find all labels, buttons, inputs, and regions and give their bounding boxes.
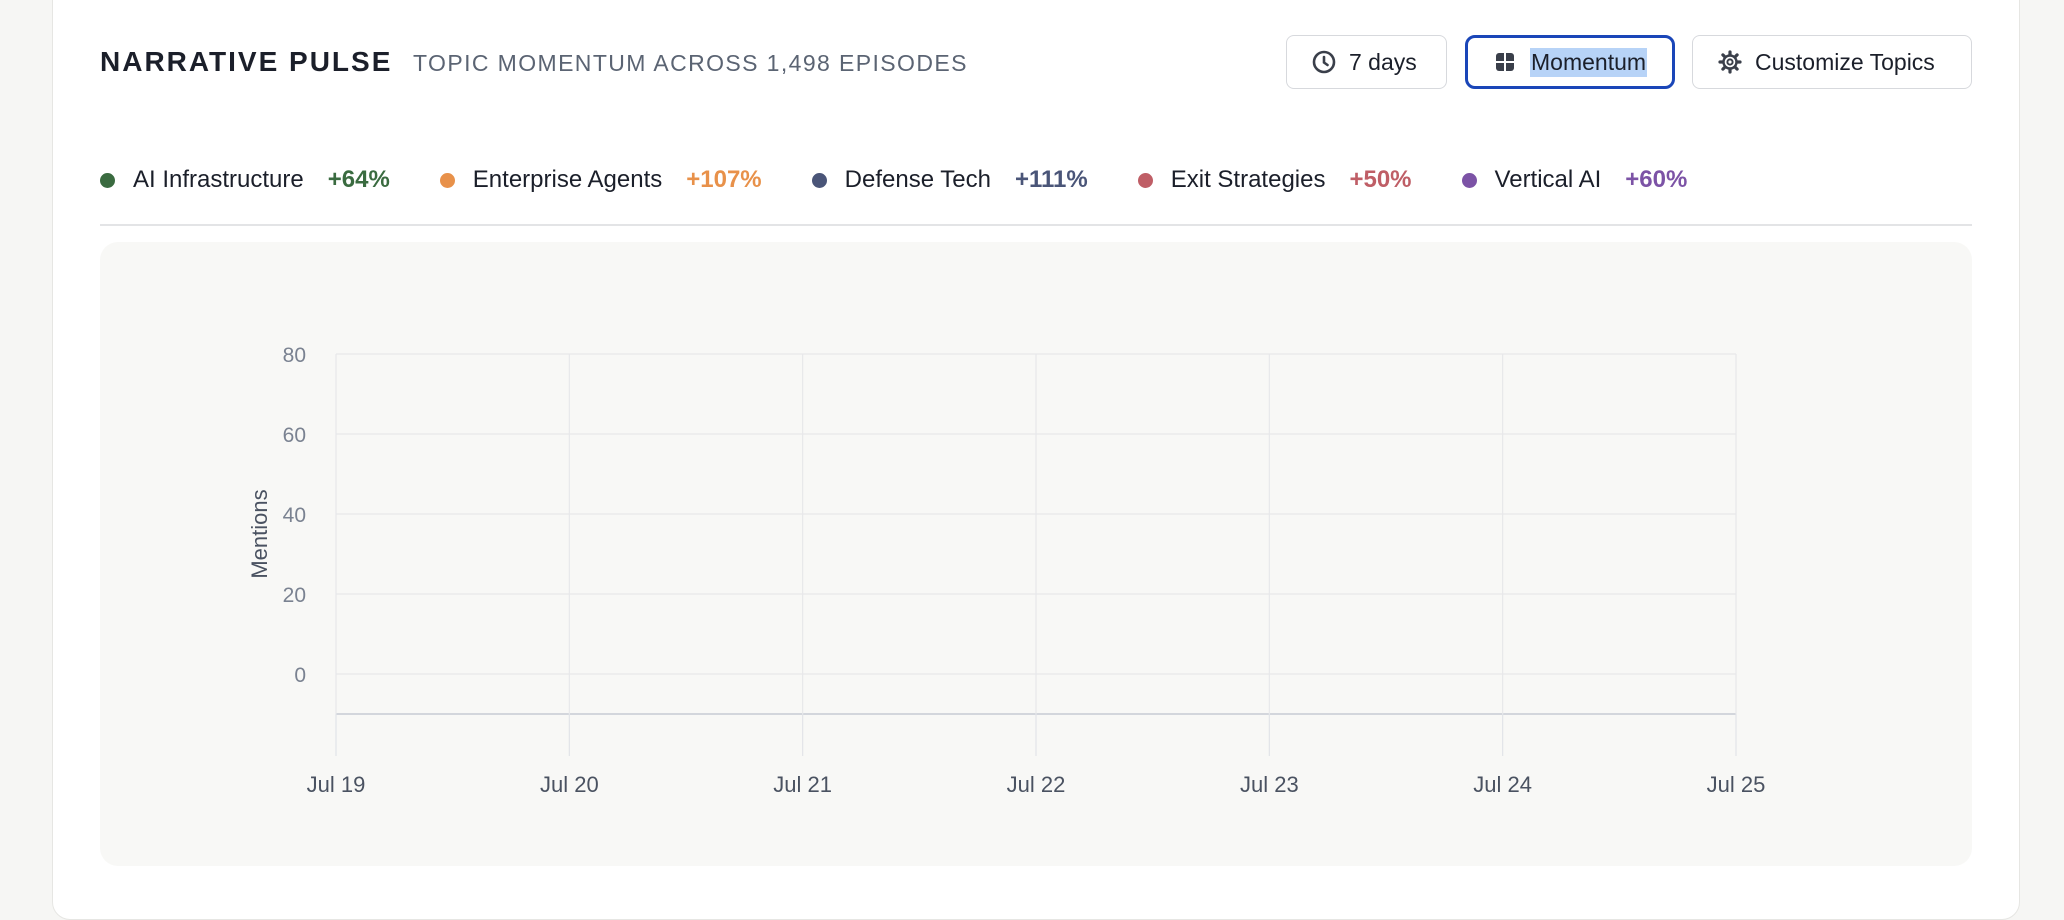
- customize-topics-button[interactable]: Customize Topics: [1692, 35, 1972, 89]
- y-tick-label: 40: [283, 504, 306, 527]
- legend-item-ai-infrastructure[interactable]: AI Infrastructure +64%: [100, 162, 390, 198]
- legend-label: Enterprise Agents: [472, 166, 663, 193]
- legend-change: +111%: [1014, 166, 1088, 193]
- momentum-view-label: Momentum: [1530, 47, 1648, 77]
- x-tick-label: Jul 24: [1473, 772, 1532, 797]
- legend-label: Defense Tech: [844, 166, 991, 193]
- legend-change: +64%: [327, 166, 390, 193]
- legend-label: Exit Strategies: [1170, 166, 1326, 193]
- grid-icon: [1492, 49, 1518, 75]
- x-tick-label: Jul 20: [540, 772, 599, 797]
- legend-change: +50%: [1349, 166, 1412, 193]
- y-axis-title: Mentions: [247, 489, 272, 578]
- y-tick-label: 60: [283, 424, 306, 447]
- x-tick-label: Jul 22: [1007, 772, 1066, 797]
- clock-icon: [1311, 49, 1337, 75]
- legend-dot: [1461, 172, 1477, 188]
- y-tick-label: 20: [283, 584, 306, 607]
- x-tick-label: Jul 19: [307, 772, 366, 797]
- topic-legend: AI Infrastructure +64% Enterprise Agents…: [100, 162, 1737, 198]
- time-range-button[interactable]: 7 days: [1286, 35, 1447, 89]
- legend-item-vertical-ai[interactable]: Vertical AI +60%: [1461, 162, 1688, 198]
- legend-change: +107%: [686, 166, 762, 193]
- page-subtitle: TOPIC MOMENTUM ACROSS 1,498 EPISODES: [413, 50, 968, 76]
- y-tick-label: 80: [283, 344, 306, 367]
- time-range-label: 7 days: [1349, 48, 1417, 75]
- legend-dot: [100, 172, 115, 188]
- page-title: NARRATIVE PULSE: [100, 46, 393, 77]
- legend-dot: [439, 172, 455, 188]
- legend-dot: [1137, 172, 1153, 188]
- legend-label: AI Infrastructure: [133, 166, 304, 193]
- legend-item-exit-strategies[interactable]: Exit Strategies +50%: [1137, 162, 1412, 198]
- momentum-view-button[interactable]: Momentum: [1465, 35, 1675, 89]
- x-tick-label: Jul 21: [773, 772, 832, 797]
- chart-panel: 80 60 40 20 0 Jul 19 Jul 20 Jul 21 Jul 22 Jul 23 J…: [100, 242, 1972, 866]
- x-tick-label: Jul 25: [1707, 772, 1766, 797]
- legend-item-defense-tech[interactable]: Defense Tech +111%: [811, 162, 1088, 198]
- legend-divider: [100, 224, 1972, 226]
- momentum-chart: 80 60 40 20 0 Jul 19 Jul 20 Jul 21 Jul 22 Jul 23 J…: [247, 344, 1766, 797]
- legend-label: Vertical AI: [1494, 166, 1602, 193]
- customize-topics-label: Customize Topics: [1755, 48, 1935, 75]
- legend-change: +60%: [1625, 166, 1688, 193]
- y-tick-label: 0: [294, 664, 306, 687]
- legend-item-enterprise-agents[interactable]: Enterprise Agents +107%: [439, 162, 762, 198]
- legend-dot: [811, 172, 827, 188]
- x-tick-label: Jul 23: [1240, 772, 1299, 797]
- gear-icon: [1717, 49, 1743, 75]
